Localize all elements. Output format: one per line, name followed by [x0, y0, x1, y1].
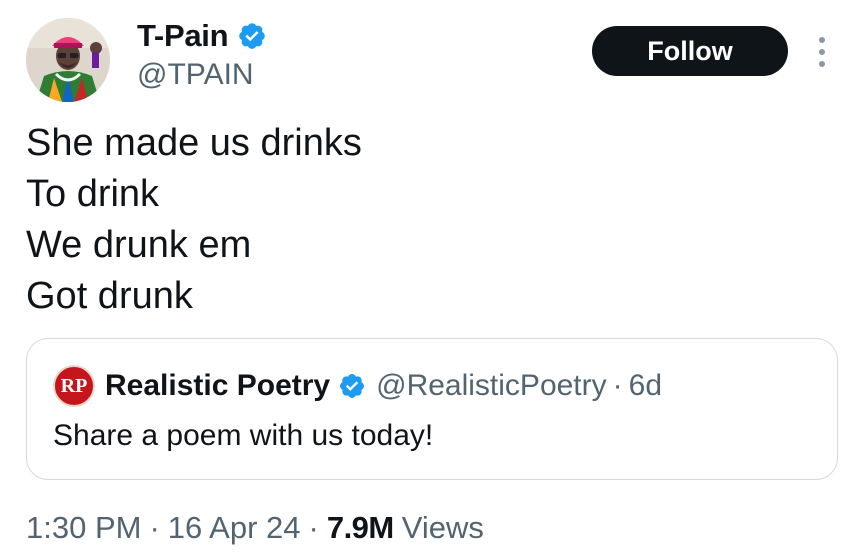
author-avatar-image: [26, 18, 110, 102]
separator-dot: ·: [149, 510, 160, 545]
tweet-date[interactable]: 16 Apr 24: [168, 510, 301, 546]
quoted-tweet-header: RP Realistic Poetry @RealisticPoetry · 6…: [53, 365, 662, 407]
tweet-meta: 1:30 PM · 16 Apr 24 · 7.9M Views: [26, 510, 484, 546]
quoted-tweet[interactable]: RP Realistic Poetry @RealisticPoetry · 6…: [26, 338, 838, 480]
views-count[interactable]: 7.9M: [327, 510, 394, 546]
verified-badge-icon[interactable]: [237, 21, 267, 51]
tweet-time[interactable]: 1:30 PM: [26, 510, 141, 546]
tweet-line: She made us drinks: [26, 122, 362, 164]
separator-dot: ·: [308, 510, 319, 545]
quoted-tweet-time[interactable]: 6d: [629, 369, 662, 403]
follow-button[interactable]: Follow: [592, 26, 788, 76]
views-label[interactable]: Views: [402, 510, 484, 546]
tweet-card: T-Pain @TPAIN Follow She made us drinks …: [0, 0, 864, 559]
author-display-name[interactable]: T-Pain: [137, 18, 229, 54]
more-dot: [819, 49, 825, 55]
more-dot: [819, 61, 825, 67]
tweet-text: She made us drinks To drink We drunk em …: [26, 118, 362, 322]
tweet-line: We drunk em: [26, 224, 252, 266]
quoted-tweet-text: Share a poem with us today!: [53, 419, 434, 452]
author-name-row: T-Pain: [137, 18, 267, 54]
quoted-author-name[interactable]: Realistic Poetry: [105, 369, 330, 403]
quoted-author-handle[interactable]: @RealisticPoetry: [376, 369, 607, 403]
more-options-icon[interactable]: [812, 34, 832, 70]
tweet-line: Got drunk: [26, 275, 193, 317]
quoted-author-avatar[interactable]: RP: [53, 365, 95, 407]
author-avatar[interactable]: [26, 18, 110, 102]
author-handle[interactable]: @TPAIN: [137, 58, 254, 92]
more-dot: [819, 37, 825, 43]
separator-dot: ·: [612, 369, 623, 402]
verified-badge-icon: [340, 374, 365, 398]
tweet-line: To drink: [26, 173, 160, 215]
